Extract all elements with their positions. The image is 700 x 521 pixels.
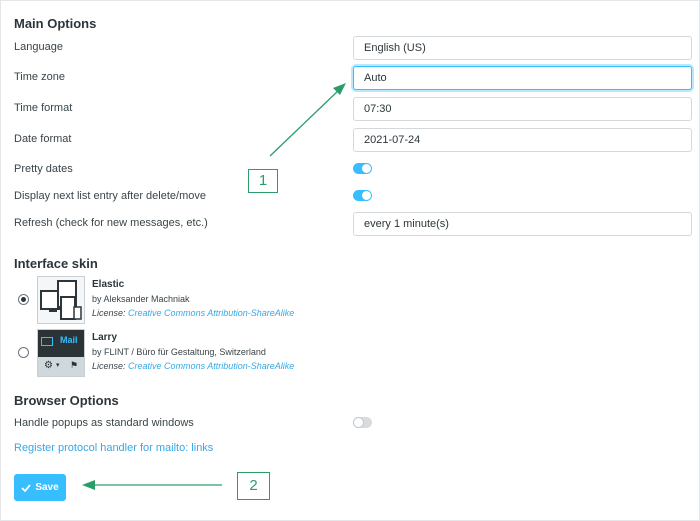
callout-1: 1 — [248, 169, 278, 193]
arrow-1-line — [269, 88, 341, 157]
callout-2: 2 — [237, 472, 270, 500]
arrow-2-head — [82, 480, 95, 490]
annotation-arrows — [82, 83, 346, 490]
